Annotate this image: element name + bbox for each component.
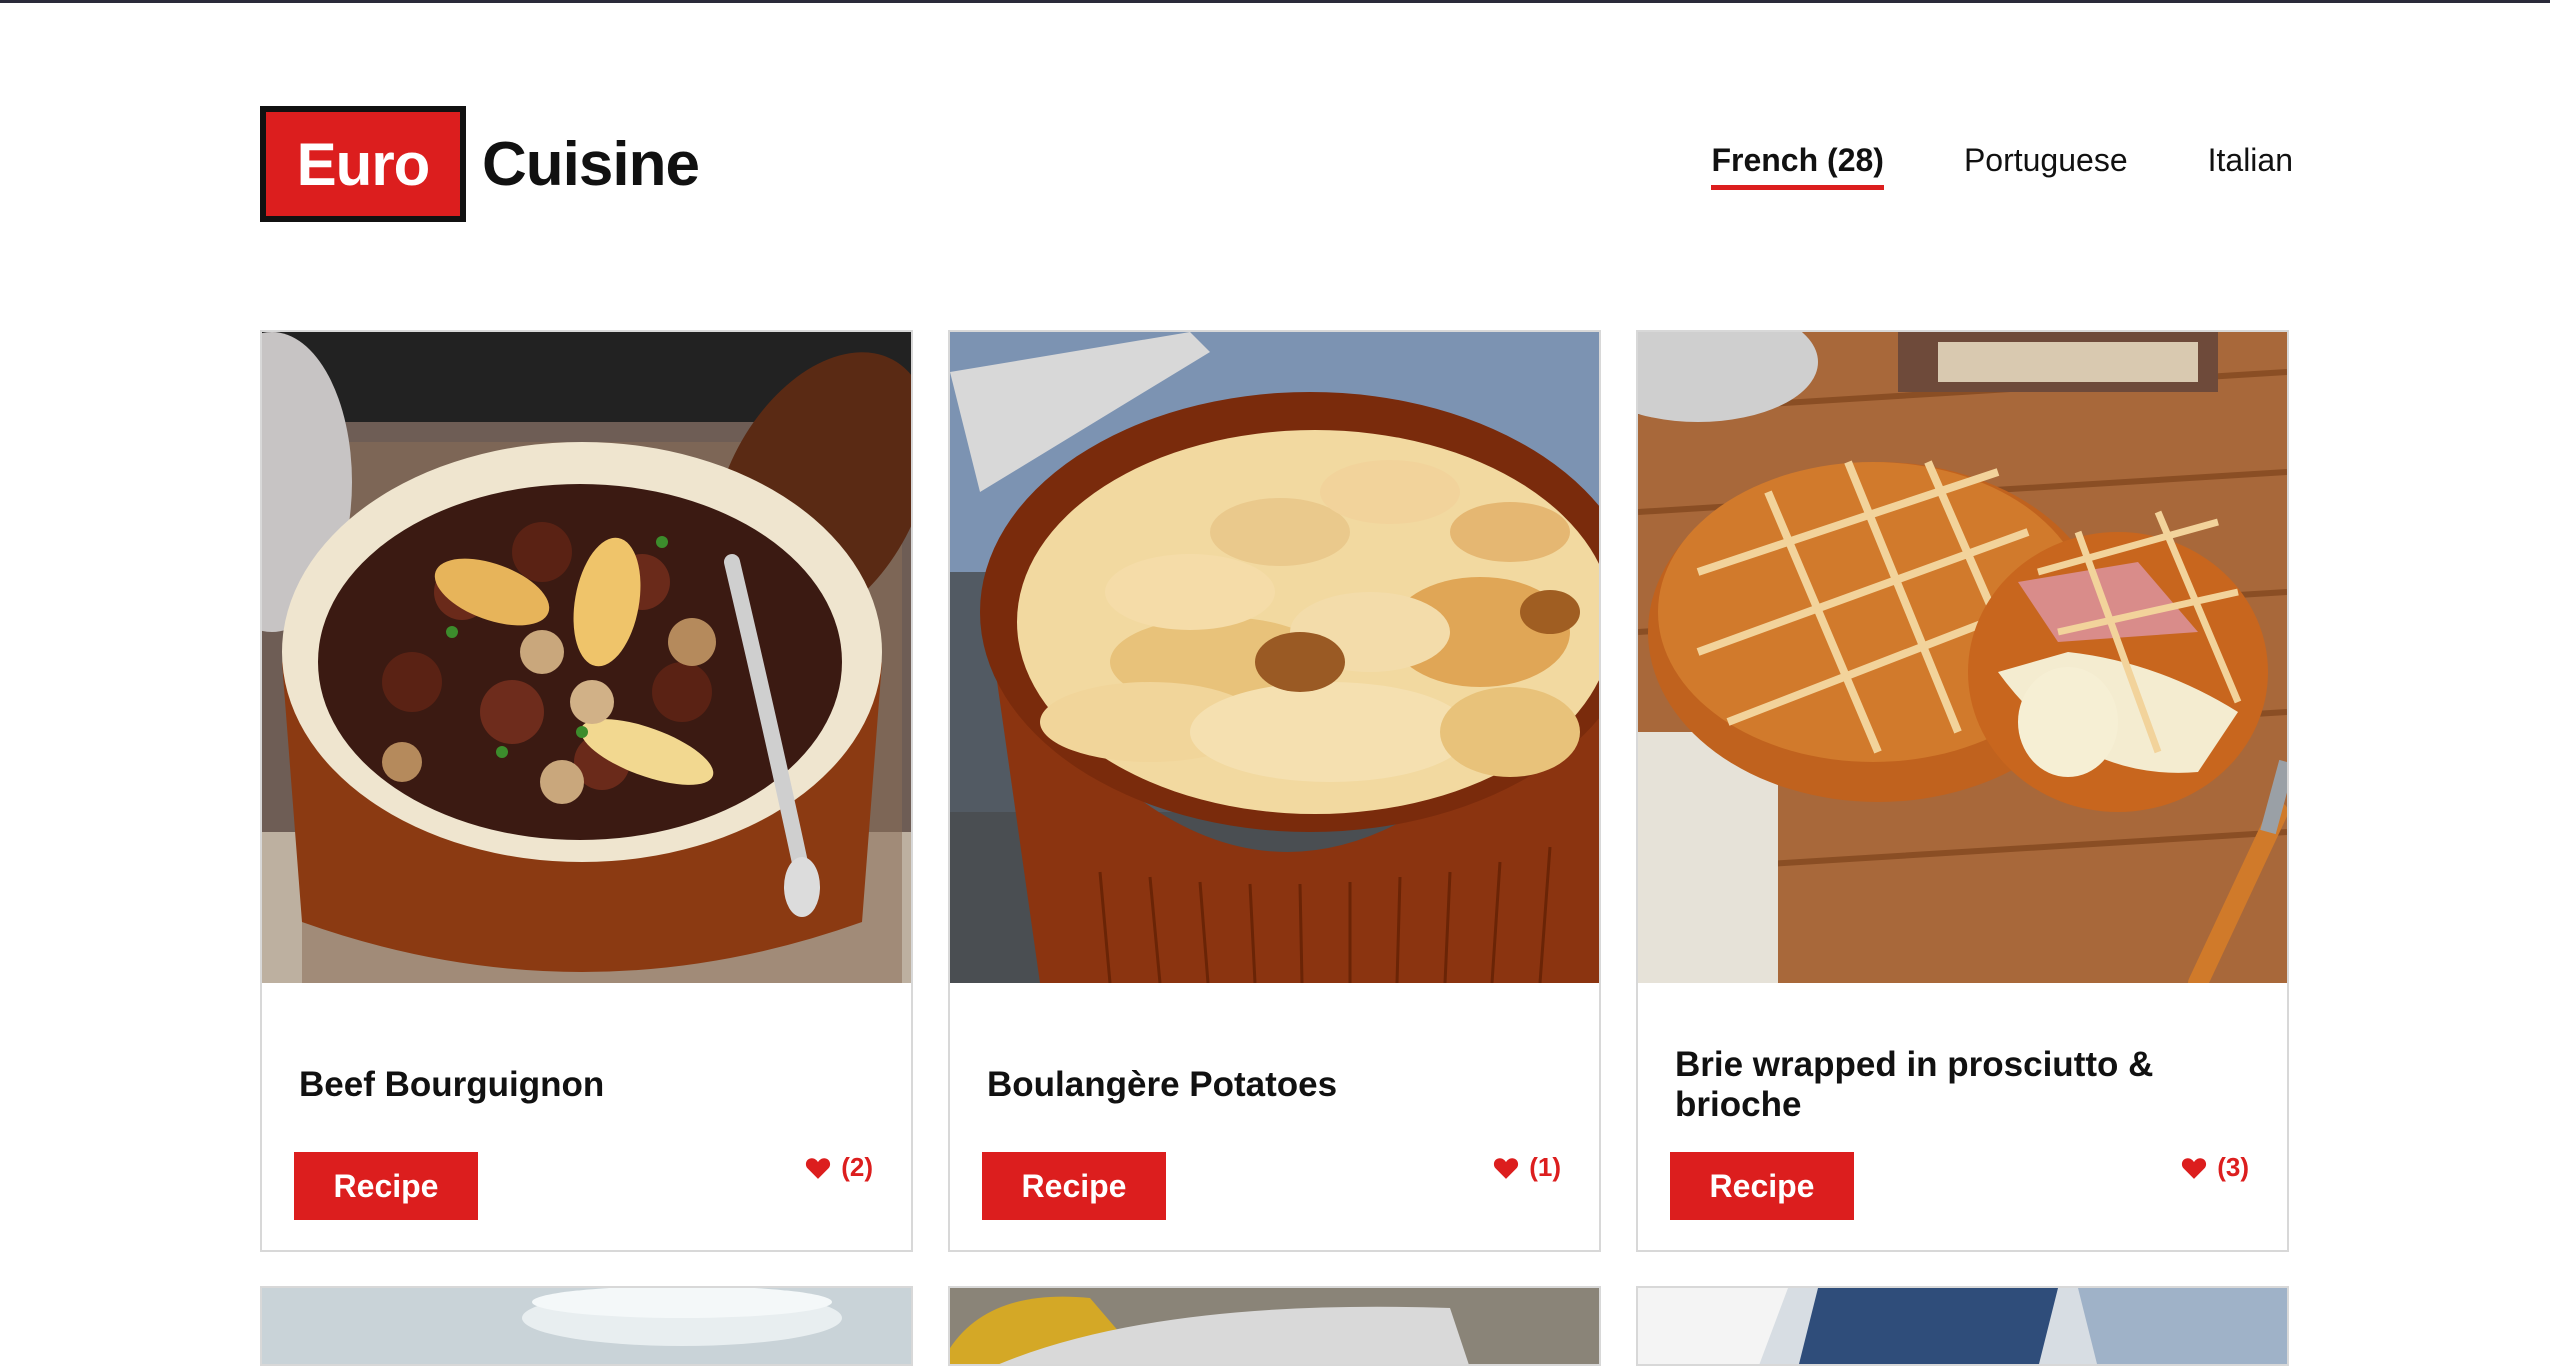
like-count-text: (1): [1529, 1152, 1561, 1182]
heart-icon: [1494, 1157, 1519, 1179]
site-logo[interactable]: Euro Cuisine: [260, 106, 700, 222]
like-count[interactable]: (2): [805, 1152, 873, 1183]
recipe-image-partial: [1638, 1288, 2287, 1364]
boulangere-potatoes-photo: [950, 332, 1599, 983]
site-header: Euro Cuisine French (28) Portuguese Ital…: [260, 106, 2293, 222]
recipe-card: Boulangère Potatoes Recipe (1): [948, 330, 1601, 1252]
recipe-image-partial: [950, 1288, 1599, 1364]
logo-box-text: Euro: [296, 130, 431, 198]
beef-bourguignon-photo: [262, 332, 911, 983]
heart-icon: [806, 1157, 831, 1179]
nav-item-portuguese[interactable]: Portuguese: [1964, 142, 2128, 185]
recipe-image-boulangere-potatoes[interactable]: [950, 332, 1599, 983]
recipe-card: Beef Bourguignon Recipe (2): [260, 330, 913, 1252]
recipe-card: Brie wrapped in prosciutto & brioche Rec…: [1636, 330, 2289, 1252]
recipe-title[interactable]: Boulangère Potatoes: [987, 1037, 1557, 1133]
recipe-card-partial[interactable]: [948, 1286, 1601, 1366]
recipe-image-partial: [262, 1288, 911, 1364]
nav-item-italian[interactable]: Italian: [2208, 142, 2293, 185]
like-count-text: (3): [2217, 1152, 2249, 1182]
recipe-button[interactable]: Recipe: [982, 1152, 1166, 1220]
heart-icon: [2182, 1157, 2207, 1179]
recipe-title[interactable]: Brie wrapped in prosciutto & brioche: [1675, 1037, 2245, 1133]
logo-word: Cuisine: [482, 129, 700, 199]
recipe-title[interactable]: Beef Bourguignon: [299, 1037, 869, 1133]
like-count-text: (2): [841, 1152, 873, 1182]
like-count[interactable]: (1): [1493, 1152, 1561, 1183]
logo-box: Euro: [260, 106, 466, 222]
recipe-image-beef-bourguignon[interactable]: [262, 332, 911, 983]
top-border: [0, 0, 2550, 3]
recipe-button[interactable]: Recipe: [294, 1152, 478, 1220]
category-nav: French (28) Portuguese Italian: [1631, 142, 2293, 190]
nav-item-french[interactable]: French (28): [1711, 142, 1884, 190]
brie-brioche-photo: [1638, 332, 2287, 983]
recipe-image-brie-brioche[interactable]: [1638, 332, 2287, 983]
recipe-card-partial[interactable]: [260, 1286, 913, 1366]
recipe-card-partial[interactable]: [1636, 1286, 2289, 1366]
like-count[interactable]: (3): [2181, 1152, 2249, 1183]
recipe-button[interactable]: Recipe: [1670, 1152, 1854, 1220]
